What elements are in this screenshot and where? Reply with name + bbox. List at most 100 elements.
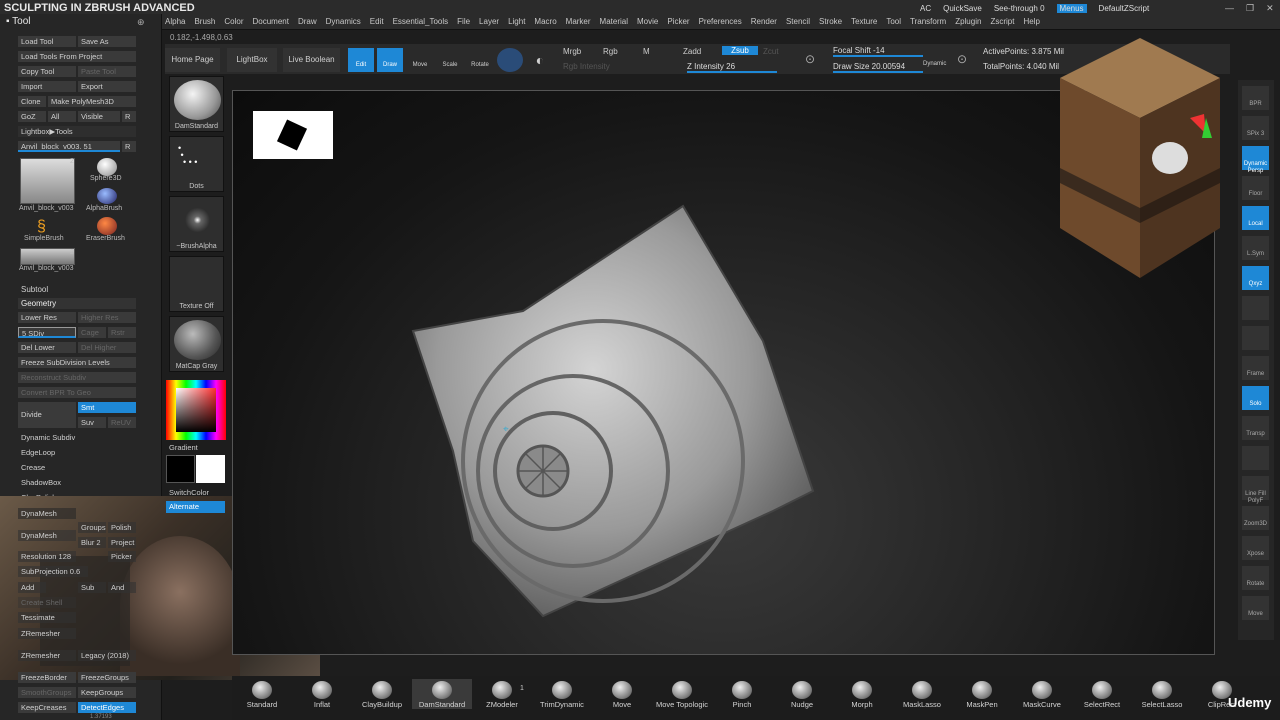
bottom-brush-move[interactable]: Move bbox=[592, 679, 652, 709]
m-toggle[interactable]: M bbox=[643, 47, 650, 56]
right-shelf-button-17[interactable]: Move bbox=[1242, 596, 1269, 620]
brush-alpha[interactable]: ~BrushAlpha bbox=[169, 196, 224, 252]
menu-item-movie[interactable]: Movie bbox=[637, 17, 658, 29]
menu-item-file[interactable]: File bbox=[457, 17, 470, 29]
make-polymesh-button[interactable]: Make PolyMesh3D bbox=[48, 96, 136, 107]
right-shelf-button-11[interactable]: Transp bbox=[1242, 416, 1269, 440]
bottom-brush-trimdynamic[interactable]: TrimDynamic bbox=[532, 679, 592, 709]
subprojection-slider[interactable]: SubProjection 0.6 bbox=[18, 566, 88, 577]
zcut-toggle[interactable]: Zcut bbox=[763, 47, 779, 56]
right-shelf-button-9[interactable]: Frame bbox=[1242, 356, 1269, 380]
bottom-brush-move-topologic[interactable]: Move Topologic bbox=[652, 679, 712, 709]
bottom-brush-masklasso[interactable]: MaskLasso bbox=[892, 679, 952, 709]
bottom-brush-standard[interactable]: Standard bbox=[232, 679, 292, 709]
dynamic-icon[interactable]: ⊙ bbox=[957, 52, 967, 66]
menu-item-preferences[interactable]: Preferences bbox=[699, 17, 742, 29]
bottom-brush-claybuildup[interactable]: ClayBuildup bbox=[352, 679, 412, 709]
smoothgroups-toggle[interactable]: SmoothGroups bbox=[18, 687, 76, 698]
suv-toggle[interactable]: Suv bbox=[78, 417, 106, 428]
simplebrush-thumb[interactable]: § bbox=[37, 218, 55, 236]
polish-toggle[interactable]: Polish bbox=[108, 522, 136, 533]
right-shelf-button-15[interactable]: Xpose bbox=[1242, 536, 1269, 560]
right-shelf-button-7[interactable] bbox=[1242, 296, 1269, 320]
right-shelf-button-1[interactable]: SPix 3 bbox=[1242, 116, 1269, 140]
menu-item-brush[interactable]: Brush bbox=[194, 17, 215, 29]
right-shelf-button-8[interactable] bbox=[1242, 326, 1269, 350]
matcap-gray[interactable]: MatCap Gray bbox=[169, 316, 224, 372]
lower-res-button[interactable]: Lower Res bbox=[18, 312, 76, 323]
focal-shift-slider[interactable]: Focal Shift -14 bbox=[833, 46, 923, 57]
zsub-toggle[interactable]: Zsub bbox=[722, 46, 758, 55]
lightbox-button[interactable]: LightBox bbox=[227, 48, 277, 72]
pin-icon[interactable]: ⊕ bbox=[137, 17, 145, 28]
lightbox-tools-button[interactable]: Lightbox▶Tools bbox=[18, 126, 136, 137]
menu-item-draw[interactable]: Draw bbox=[298, 17, 317, 29]
menu-item-macro[interactable]: Macro bbox=[534, 17, 556, 29]
project-toggle[interactable]: Project bbox=[108, 537, 136, 548]
reuv-button[interactable]: ReUV bbox=[108, 417, 136, 428]
freezegroups-toggle[interactable]: FreezeGroups bbox=[78, 672, 136, 683]
right-shelf-button-13[interactable]: Line Fill PolyF bbox=[1242, 476, 1269, 504]
polyframe-icon[interactable]: ◐ bbox=[527, 48, 553, 72]
right-shelf-button-2[interactable]: Dynamic Persp bbox=[1242, 146, 1269, 174]
rstr-button[interactable]: Rstr bbox=[108, 327, 136, 338]
switchcolor-label[interactable]: SwitchColor bbox=[169, 488, 209, 497]
dynamesh-section[interactable]: DynaMesh bbox=[18, 508, 76, 519]
menus-button[interactable]: Menus bbox=[1056, 3, 1087, 13]
tool-thumb-anvil-2[interactable] bbox=[20, 248, 75, 265]
main-color-swatch[interactable] bbox=[196, 455, 225, 483]
current-tool-slider[interactable]: Anvil_block_v003. 51 bbox=[18, 141, 120, 152]
draw-size-slider[interactable]: Draw Size 20.00594 bbox=[833, 62, 923, 73]
scale-button[interactable]: Scale bbox=[437, 48, 463, 72]
menu-item-layer[interactable]: Layer bbox=[479, 17, 499, 29]
visible-button[interactable]: Visible bbox=[78, 111, 120, 122]
quicksave-button[interactable]: QuickSave bbox=[943, 4, 982, 13]
color-picker[interactable] bbox=[166, 380, 226, 440]
dynamesh-button[interactable]: DynaMesh bbox=[18, 530, 76, 541]
stroke-size-icon[interactable]: ⊙ bbox=[805, 52, 815, 66]
right-shelf-button-10[interactable]: Solo bbox=[1242, 386, 1269, 410]
and-button[interactable]: And bbox=[108, 582, 136, 593]
z-intensity-slider[interactable]: Z Intensity 26 bbox=[687, 62, 777, 73]
all-button[interactable]: All bbox=[48, 111, 76, 122]
menu-item-alpha[interactable]: Alpha bbox=[165, 17, 185, 29]
menu-item-tool[interactable]: Tool bbox=[886, 17, 901, 29]
eraserbrush-thumb[interactable] bbox=[97, 217, 117, 235]
dots-stroke[interactable]: • • • • • Dots bbox=[169, 136, 224, 192]
freeze-subdivision-button[interactable]: Freeze SubDivision Levels bbox=[18, 357, 136, 368]
menu-item-edit[interactable]: Edit bbox=[370, 17, 384, 29]
goz-button[interactable]: GoZ bbox=[18, 111, 46, 122]
dynamic-toggle[interactable]: Dynamic bbox=[923, 61, 946, 67]
bottom-brush-zmodeler[interactable]: ZModeler bbox=[472, 679, 532, 709]
menu-item-render[interactable]: Render bbox=[751, 17, 777, 29]
draw-button[interactable]: Draw bbox=[377, 48, 403, 72]
keepcreases-toggle[interactable]: KeepCreases bbox=[18, 702, 76, 713]
color-square[interactable] bbox=[176, 388, 216, 432]
menu-item-stencil[interactable]: Stencil bbox=[786, 17, 810, 29]
menu-item-essential-tools[interactable]: Essential_Tools bbox=[393, 17, 449, 29]
geometry-section[interactable]: Geometry bbox=[18, 298, 136, 309]
rgb-intensity-slider[interactable]: Rgb Intensity bbox=[563, 62, 610, 71]
rgb-toggle[interactable]: Rgb bbox=[603, 47, 618, 56]
rotate-button[interactable]: Rotate bbox=[467, 48, 493, 72]
copy-tool-button[interactable]: Copy Tool bbox=[18, 66, 76, 77]
smt-toggle[interactable]: Smt bbox=[78, 402, 136, 413]
mrgb-toggle[interactable]: Mrgb bbox=[563, 47, 581, 56]
edit-button[interactable]: Edit bbox=[348, 48, 374, 72]
menu-item-marker[interactable]: Marker bbox=[566, 17, 591, 29]
convert-bpr-button[interactable]: Convert BPR To Geo bbox=[18, 387, 136, 398]
r-button-2[interactable]: R bbox=[122, 141, 136, 152]
bottom-brush-maskpen[interactable]: MaskPen bbox=[952, 679, 1012, 709]
bottom-brush-morph[interactable]: Morph bbox=[832, 679, 892, 709]
higher-res-button[interactable]: Higher Res bbox=[78, 312, 136, 323]
picker-button[interactable]: Picker bbox=[108, 551, 136, 562]
live-boolean-button[interactable]: Live Boolean bbox=[283, 48, 340, 72]
right-shelf-button-4[interactable]: Local bbox=[1242, 206, 1269, 230]
bottom-brush-pinch[interactable]: Pinch bbox=[712, 679, 772, 709]
bottom-brush-selectlasso[interactable]: SelectLasso bbox=[1132, 679, 1192, 709]
damstandard-brush[interactable]: DamStandard bbox=[169, 76, 224, 132]
r-button[interactable]: R bbox=[122, 111, 136, 122]
alternate-button[interactable]: Alternate bbox=[166, 501, 225, 513]
tool-preview[interactable] bbox=[1050, 18, 1230, 288]
menu-item-picker[interactable]: Picker bbox=[667, 17, 689, 29]
